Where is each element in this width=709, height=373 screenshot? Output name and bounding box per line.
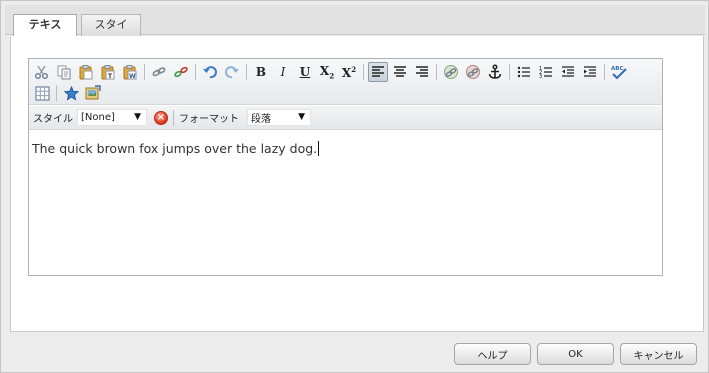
- toolbar-separator: [436, 64, 437, 80]
- chevron-down-icon: ▼: [298, 112, 305, 122]
- link-icon: [152, 67, 166, 77]
- ok-button[interactable]: OK: [537, 343, 614, 365]
- style-label: スタイル: [33, 114, 73, 125]
- image-button[interactable]: [83, 83, 103, 103]
- toolbar-row-2: [32, 83, 105, 103]
- external-link-button[interactable]: [463, 62, 483, 82]
- tab-style[interactable]: スタイル: [81, 14, 141, 51]
- tab-text[interactable]: テキスト: [13, 14, 77, 51]
- svg-text:ABC: ABC: [611, 66, 624, 72]
- tab-panel: T W B I U X2 X2 1 2 3 ABC スタイル [None] ▼ …: [10, 36, 704, 332]
- numbered-list-icon: 123: [539, 66, 552, 79]
- toolbar-separator: [509, 64, 510, 80]
- style-select-value: [None]: [81, 112, 115, 123]
- editor-dialog: テキスト スタイル T: [0, 0, 709, 373]
- align-left-button[interactable]: [368, 62, 388, 82]
- bullet-list-icon: [517, 66, 530, 78]
- bold-button[interactable]: B: [251, 62, 271, 82]
- undo-icon: [203, 66, 217, 79]
- spellcheck-icon: ABC: [611, 66, 627, 80]
- svg-text:W: W: [129, 73, 136, 80]
- superscript-button[interactable]: X2: [339, 62, 359, 82]
- editor-text: The quick brown fox jumps over the lazy …: [32, 141, 318, 156]
- cancel-button[interactable]: キャンセル: [620, 343, 697, 365]
- paste-text-button[interactable]: T: [98, 62, 118, 82]
- format-select-value: 段落: [251, 114, 271, 125]
- svg-text:3: 3: [539, 74, 542, 79]
- unlink-icon: [174, 66, 188, 78]
- subscript-icon: X2: [319, 63, 335, 81]
- align-right-button[interactable]: [412, 62, 432, 82]
- chevron-down-icon: ▼: [134, 112, 141, 122]
- style-select[interactable]: [None] ▼: [77, 109, 147, 126]
- copy-button[interactable]: [54, 62, 74, 82]
- align-right-icon: [416, 66, 428, 77]
- tab-strip: テキスト スタイル: [5, 5, 705, 51]
- toolbar-separator: [195, 64, 196, 80]
- copy-icon: [57, 65, 71, 80]
- cut-button[interactable]: [32, 62, 52, 82]
- internal-link-icon: [444, 65, 458, 79]
- internal-link-button[interactable]: [441, 62, 461, 82]
- paste-word-icon: W: [123, 65, 137, 80]
- italic-icon: I: [280, 65, 286, 79]
- special-char-button[interactable]: [61, 83, 81, 103]
- cut-icon: [35, 65, 48, 79]
- rich-text-editor: T W B I U X2 X2 1 2 3 ABC スタイル [None] ▼ …: [28, 58, 663, 276]
- subscript-button[interactable]: X2: [317, 62, 337, 82]
- clear-style-button[interactable]: ×: [154, 110, 168, 125]
- outdent-button[interactable]: [558, 62, 578, 82]
- toolbar-separator: [363, 64, 364, 80]
- unlink-button[interactable]: [171, 62, 191, 82]
- align-center-button[interactable]: [390, 62, 410, 82]
- dialog-footer: ヘルプ OK キャンセル: [1, 332, 708, 372]
- undo-button[interactable]: [200, 62, 220, 82]
- align-center-icon: [394, 66, 406, 77]
- table-icon: [35, 86, 49, 100]
- redo-button[interactable]: [222, 62, 242, 82]
- table-button[interactable]: [32, 83, 52, 103]
- image-icon: [85, 85, 101, 100]
- italic-button[interactable]: I: [273, 62, 293, 82]
- toolbar-separator: [144, 64, 145, 80]
- toolbar-separator: [246, 64, 247, 80]
- indent-button[interactable]: [580, 62, 600, 82]
- numbered-list-button[interactable]: 123: [536, 62, 556, 82]
- align-left-icon: [372, 66, 384, 77]
- format-label: フォーマット: [179, 114, 239, 125]
- underline-icon: U: [299, 65, 311, 79]
- paste-text-icon: T: [101, 65, 115, 80]
- paste-word-button[interactable]: W: [120, 62, 140, 82]
- spellcheck-button[interactable]: ABC: [609, 62, 629, 82]
- indent-icon: [584, 66, 596, 77]
- redo-icon: [225, 66, 239, 79]
- close-icon: ×: [156, 112, 166, 123]
- stylebar-separator: [173, 109, 174, 126]
- help-button[interactable]: ヘルプ: [454, 343, 531, 365]
- anchor-icon: [488, 64, 502, 79]
- format-select[interactable]: 段落 ▼: [247, 109, 311, 126]
- underline-button[interactable]: U: [295, 62, 315, 82]
- bullet-list-button[interactable]: [514, 62, 534, 82]
- text-caret: [318, 141, 320, 156]
- superscript-icon: X2: [341, 64, 357, 80]
- external-link-icon: [466, 65, 480, 79]
- link-button[interactable]: [149, 62, 169, 82]
- toolbar-row-1: T W B I U X2 X2 1 2 3 ABC: [32, 62, 631, 82]
- outdent-icon: [562, 66, 574, 77]
- paste-icon: [79, 65, 93, 80]
- style-format-bar: スタイル [None] ▼ × フォーマット 段落 ▼: [29, 106, 662, 130]
- special-char-icon: [63, 85, 79, 101]
- toolbar-separator: [56, 85, 57, 101]
- anchor-button[interactable]: [485, 62, 505, 82]
- toolbar-separator: [604, 64, 605, 80]
- paste-button[interactable]: [76, 62, 96, 82]
- bold-icon: B: [255, 65, 267, 79]
- editor-toolbar: T W B I U X2 X2 1 2 3 ABC: [29, 59, 662, 105]
- editor-content-area[interactable]: The quick brown fox jumps over the lazy …: [31, 135, 660, 275]
